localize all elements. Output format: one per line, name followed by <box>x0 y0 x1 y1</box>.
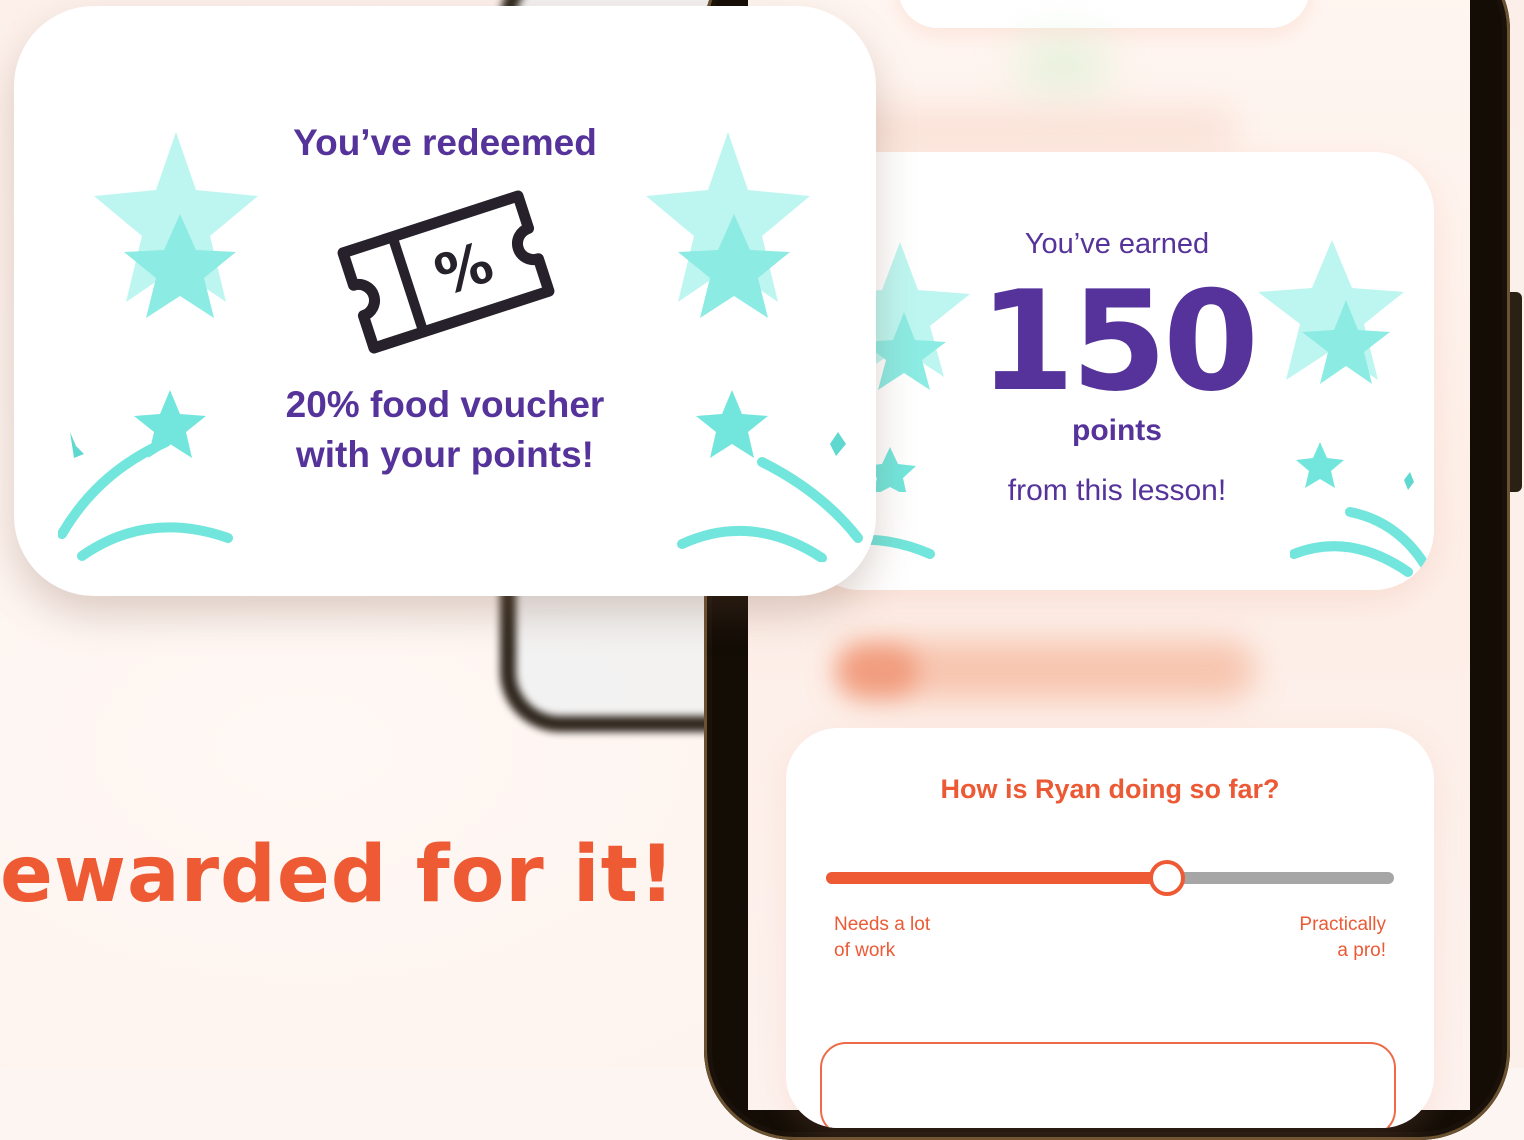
star-decoration-icon <box>58 132 258 561</box>
voucher-redeemed-card: You’ve redeemed % 20% food voucher with … <box>14 6 876 596</box>
star-decoration-icon <box>646 132 863 562</box>
earned-title: You’ve earned <box>1024 228 1210 260</box>
svg-text:%: % <box>427 230 500 309</box>
top-card <box>898 0 1310 28</box>
rating-slider-fill <box>826 872 1167 884</box>
slider-min-label-line-1: Needs a lot <box>834 914 931 935</box>
slider-max-label-line-2: a pro! <box>1337 940 1386 961</box>
progress-rating-card: How is Ryan doing so far? Needs a lot of… <box>786 728 1434 1128</box>
redeem-line-2: with your points! <box>295 434 595 475</box>
points-value: 150 <box>978 261 1259 422</box>
rating-slider-thumb[interactable] <box>1148 860 1185 896</box>
points-earned-card: You’ve earned 150 points from this lesso… <box>800 152 1434 590</box>
points-unit: points <box>1072 414 1162 447</box>
slider-max-label-line-1: Practically <box>1299 914 1386 935</box>
comment-input[interactable] <box>820 1042 1396 1128</box>
redeem-title: You’ve redeemed <box>293 122 597 163</box>
redeem-line-1: 20% food voucher <box>285 384 605 425</box>
rating-slider-track[interactable] <box>826 872 1394 884</box>
slider-min-label-line-2: of work <box>834 940 896 961</box>
rating-question: How is Ryan doing so far? <box>940 774 1280 804</box>
phone-side-button <box>1508 292 1522 492</box>
page-headline: ewarded for it! <box>0 830 676 920</box>
earned-subtitle: from this lesson! <box>1007 474 1227 507</box>
voucher-ticket-icon: % <box>337 190 555 354</box>
